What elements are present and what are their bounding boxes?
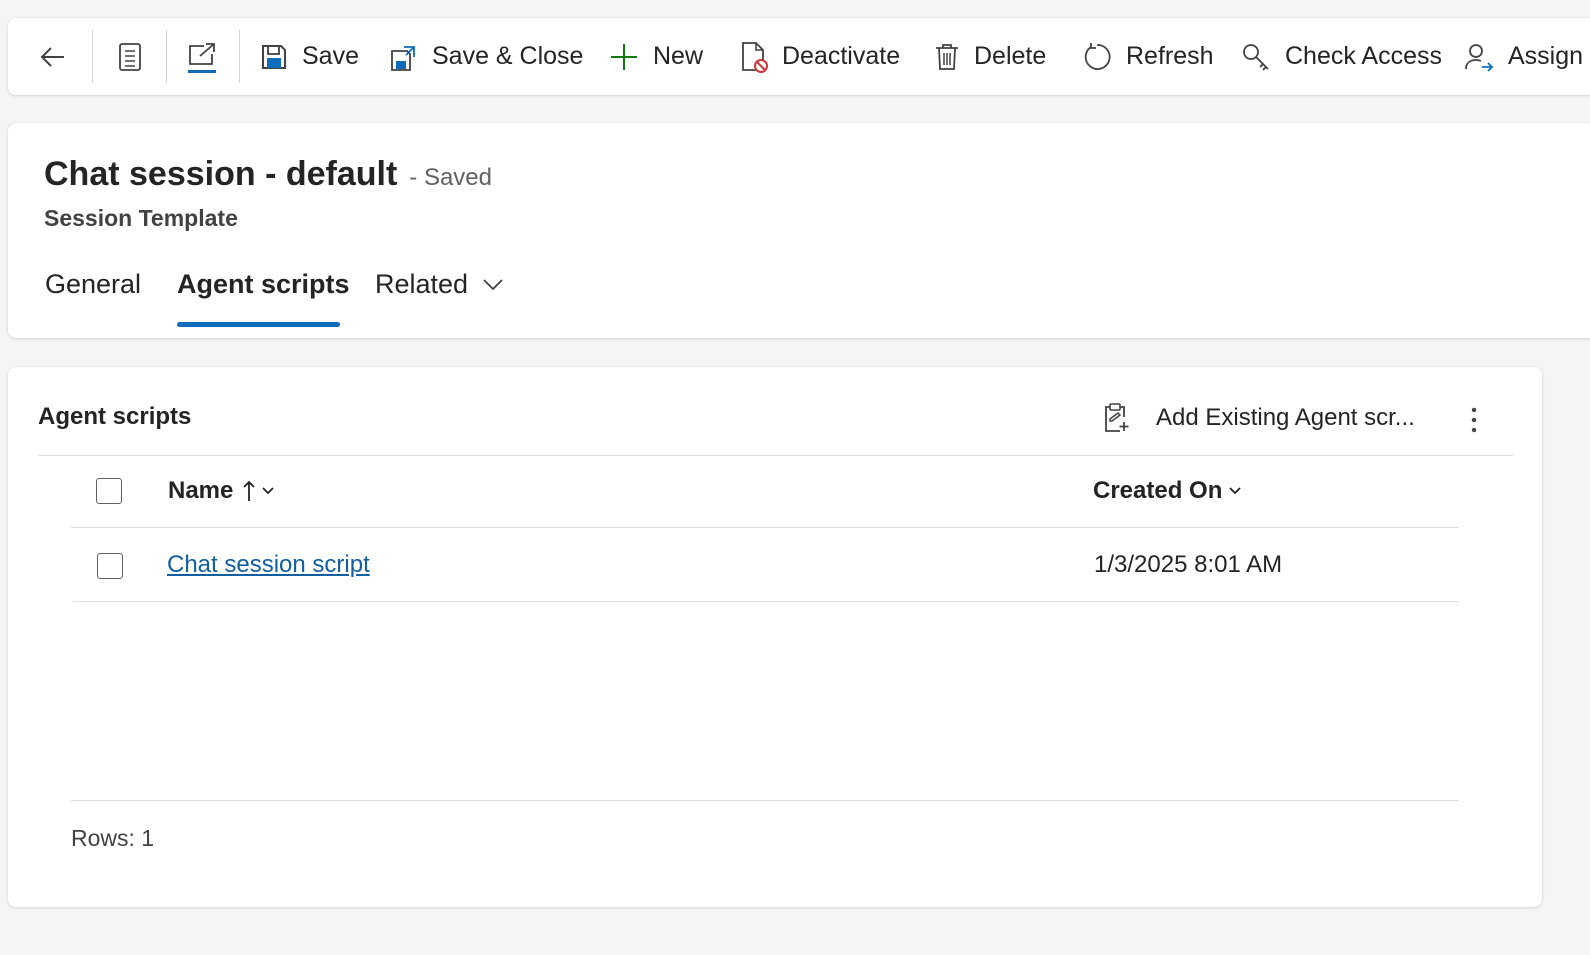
column-header-name[interactable]: Name	[168, 477, 275, 505]
tab-general-label: General	[45, 269, 142, 299]
entity-type: Session Template	[44, 205, 238, 231]
tab-related[interactable]: Related	[375, 269, 504, 300]
assign-label: Assign	[1508, 42, 1584, 70]
toolbar-divider	[166, 30, 167, 83]
column-header-created-on[interactable]: Created On	[1093, 477, 1242, 505]
title-row: Chat session - default - Saved	[44, 155, 492, 194]
more-commands-button[interactable]	[1460, 403, 1488, 437]
open-in-new-window-icon	[188, 42, 216, 73]
tab-agent-scripts[interactable]: Agent scripts	[177, 269, 350, 300]
add-existing-clipboard-icon	[1105, 403, 1129, 432]
chevron-down-icon	[262, 487, 275, 495]
subgrid-divider	[38, 455, 1513, 456]
subgrid-title: Agent scripts	[38, 403, 192, 430]
delete-label: Delete	[974, 42, 1047, 70]
back-button[interactable]	[38, 18, 68, 95]
add-existing-label: Add Existing Agent scr...	[1156, 404, 1415, 431]
back-arrow-icon	[40, 46, 64, 67]
header-row-divider	[71, 527, 1459, 528]
check-access-label: Check Access	[1285, 42, 1443, 70]
new-button[interactable]: New	[609, 18, 703, 95]
created-on-cell: 1/3/2025 8:01 AM	[1094, 551, 1283, 578]
trash-icon	[936, 43, 958, 70]
delete-button[interactable]: Delete	[934, 18, 1046, 95]
key-icon	[1243, 43, 1269, 71]
record-header: Chat session - default - Saved Session T…	[8, 123, 1590, 338]
record-name-link[interactable]: Chat session script	[167, 551, 370, 579]
save-label: Save	[302, 42, 359, 70]
tab-agent-scripts-label: Agent scripts	[177, 269, 350, 299]
save-and-close-label: Save & Close	[432, 42, 584, 70]
deactivate-label: Deactivate	[782, 42, 901, 70]
column-name-label: Name	[168, 477, 234, 504]
chevron-down-icon	[1229, 487, 1242, 495]
tab-related-label: Related	[375, 269, 469, 299]
more-vertical-icon	[1471, 407, 1477, 433]
refresh-label: Refresh	[1126, 42, 1214, 70]
add-existing-agent-script-button[interactable]: Add Existing Agent scr...	[1104, 397, 1415, 439]
record-view-button[interactable]	[116, 18, 144, 95]
page-title: Chat session - default	[44, 155, 398, 193]
sort-ascending-icon	[243, 480, 256, 501]
new-label: New	[653, 42, 704, 70]
plus-icon	[611, 43, 637, 70]
column-created-on-label: Created On	[1093, 477, 1223, 504]
tab-general[interactable]: General	[45, 269, 141, 300]
footer-divider	[71, 800, 1459, 801]
chevron-down-icon	[483, 278, 503, 290]
rows-count: Rows: 1	[71, 825, 155, 851]
save-and-close-button[interactable]: Save & Close	[390, 18, 583, 95]
refresh-icon	[1084, 42, 1111, 70]
open-in-new-window-button[interactable]	[186, 18, 218, 95]
assign-person-icon	[1465, 43, 1494, 72]
command-bar: Save Save & Close New Deactivate Delete	[8, 18, 1590, 95]
save-button[interactable]: Save	[260, 18, 359, 95]
deactivate-button[interactable]: Deactivate	[740, 18, 900, 95]
agent-scripts-subgrid: Agent scripts Add Existing Agent scr... …	[8, 367, 1542, 907]
active-tab-indicator	[177, 322, 340, 327]
refresh-button[interactable]: Refresh	[1082, 18, 1214, 95]
form-icon	[119, 42, 141, 71]
save-and-close-icon	[391, 45, 415, 71]
assign-button[interactable]: Assign	[1464, 18, 1583, 95]
row-divider	[73, 601, 1459, 602]
select-all-checkbox[interactable]	[96, 478, 122, 504]
save-icon	[262, 44, 286, 69]
deactivate-icon	[742, 41, 768, 73]
toolbar-divider	[239, 30, 240, 83]
check-access-button[interactable]: Check Access	[1241, 18, 1442, 95]
save-status: - Saved	[409, 164, 492, 191]
toolbar-divider	[92, 30, 93, 83]
row-select-checkbox[interactable]	[97, 553, 123, 579]
